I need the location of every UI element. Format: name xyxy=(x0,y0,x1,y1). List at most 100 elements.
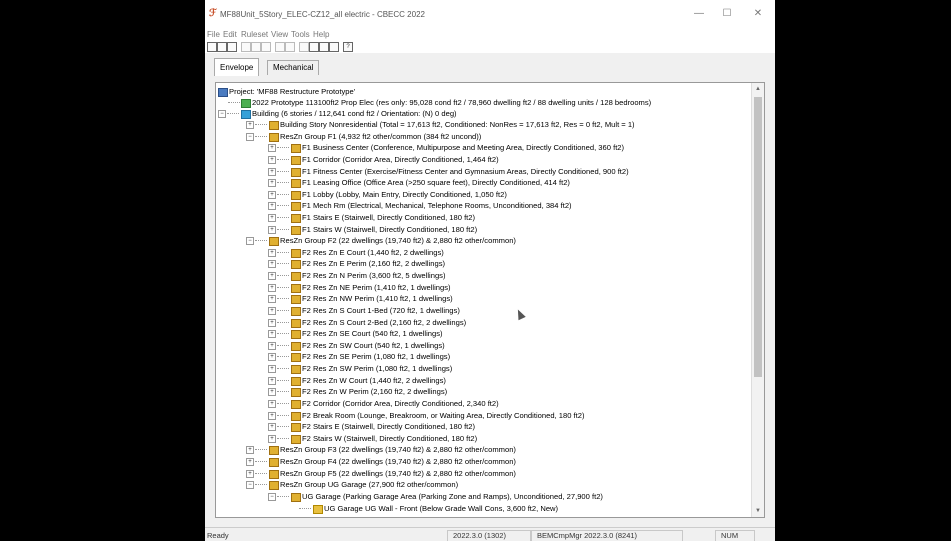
tree-row-label: F2 Res Zn NW Perim (1,410 ft2, 1 dwellin… xyxy=(302,294,453,304)
tree-connector xyxy=(277,391,289,393)
maximize-button[interactable]: ☐ xyxy=(715,6,739,22)
report-icon[interactable] xyxy=(319,42,329,52)
zone-icon xyxy=(291,225,301,235)
zone-icon xyxy=(269,121,279,130)
tree-connector xyxy=(228,102,240,103)
expand-toggle[interactable]: + xyxy=(268,190,276,199)
save-icon[interactable] xyxy=(227,42,237,52)
zone-icon xyxy=(291,399,301,409)
tree-row-label: F2 Stairs E (Stairwell, Directly Conditi… xyxy=(302,422,476,432)
tree-row-label: F1 Stairs W (Stairwell, Directly Conditi… xyxy=(302,224,478,234)
tree-connector xyxy=(255,240,267,242)
scroll-down-arrow-icon[interactable]: ▼ xyxy=(754,507,762,515)
menu-edit[interactable]: Edit xyxy=(223,29,237,41)
expand-toggle[interactable]: + xyxy=(268,167,276,176)
tree-row-label: ResZn Group UG Garage (27,900 ft2 other/… xyxy=(280,480,459,490)
expand-toggle[interactable]: + xyxy=(268,260,276,269)
menu-tools[interactable]: Tools xyxy=(291,29,310,41)
expand-toggle[interactable]: + xyxy=(268,295,276,304)
expand-toggle[interactable]: + xyxy=(268,353,276,362)
expand-toggle[interactable]: + xyxy=(246,121,254,129)
expand-toggle[interactable]: + xyxy=(268,399,276,408)
expand-toggle[interactable]: + xyxy=(246,458,254,466)
tree-connector xyxy=(277,368,289,369)
collapse-toggle[interactable]: − xyxy=(246,481,254,490)
tree-connector xyxy=(255,449,267,451)
expand-toggle[interactable]: + xyxy=(268,376,276,385)
vertical-scrollbar[interactable]: ▲ ▼ xyxy=(751,83,764,517)
tree-connector xyxy=(277,251,289,253)
expand-toggle[interactable]: + xyxy=(246,469,254,478)
zone-icon xyxy=(269,237,279,247)
menu-ruleset[interactable]: Ruleset xyxy=(241,29,268,41)
expand-toggle[interactable]: + xyxy=(268,144,276,153)
expand-toggle[interactable]: + xyxy=(268,155,276,164)
expand-toggle[interactable]: + xyxy=(268,388,276,397)
expand-toggle[interactable]: + xyxy=(268,341,276,350)
expand-toggle[interactable]: + xyxy=(268,411,276,420)
expand-toggle[interactable]: + xyxy=(268,214,276,222)
building-icon xyxy=(241,110,251,119)
collapse-toggle[interactable]: − xyxy=(246,237,254,246)
toolbar: ? xyxy=(205,41,775,53)
expand-toggle[interactable]: + xyxy=(268,434,276,443)
expand-toggle[interactable]: + xyxy=(268,283,276,292)
expand-toggle[interactable]: + xyxy=(268,318,276,327)
building-tree[interactable]: Project: 'MF88 Restructure Prototype' 20… xyxy=(215,82,765,518)
help-icon[interactable]: ? xyxy=(343,42,353,52)
status-ready: Ready xyxy=(207,531,229,540)
collapse-toggle[interactable]: − xyxy=(218,110,226,118)
tree-connector xyxy=(255,124,267,125)
scroll-up-arrow-icon[interactable]: ▲ xyxy=(754,85,762,93)
expand-toggle[interactable]: + xyxy=(268,365,276,373)
copy-icon[interactable] xyxy=(251,42,261,52)
collapse-toggle[interactable]: − xyxy=(268,492,276,501)
undo-icon[interactable] xyxy=(275,42,285,52)
tree-connector xyxy=(277,182,289,184)
expand-toggle[interactable]: + xyxy=(268,179,276,188)
zone-icon xyxy=(291,179,301,189)
zone-icon xyxy=(291,306,301,316)
minimize-button[interactable]: — xyxy=(687,6,711,22)
project-icon xyxy=(218,88,228,97)
expand-toggle[interactable]: + xyxy=(268,272,276,281)
building-label: Building (6 stories / 112,641 cond ft2 /… xyxy=(252,109,457,118)
expand-toggle[interactable]: + xyxy=(268,330,276,339)
tree-connector xyxy=(277,402,289,404)
expand-toggle[interactable]: + xyxy=(246,446,254,455)
analysis-icon[interactable] xyxy=(299,42,309,52)
tab-envelope[interactable]: Envelope xyxy=(214,58,260,76)
tab-mechanical[interactable]: Mechanical xyxy=(267,60,320,75)
paste-icon[interactable] xyxy=(261,42,271,52)
expand-toggle[interactable]: + xyxy=(268,306,276,315)
expand-toggle[interactable]: + xyxy=(268,202,276,211)
close-button[interactable]: ✕ xyxy=(746,6,770,22)
zone-icon xyxy=(291,248,301,258)
tree-row-label: F2 Res Zn S Court 1-Bed (720 ft2, 1 dwel… xyxy=(302,305,460,315)
cut-icon[interactable] xyxy=(241,42,251,52)
menu-file[interactable]: File xyxy=(207,29,220,41)
expand-toggle[interactable]: + xyxy=(268,423,276,432)
export-icon[interactable] xyxy=(329,42,339,52)
zone-icon xyxy=(269,458,279,467)
tree-connector xyxy=(277,333,289,335)
status-bemcmp: BEMCmpMgr 2022.3.0 (8241) xyxy=(537,531,638,540)
expand-toggle[interactable]: + xyxy=(268,248,276,257)
menu-help[interactable]: Help xyxy=(313,29,329,41)
zone-icon xyxy=(291,260,301,270)
tree-row-label: UG Garage UG Wall - Front (Below Grade W… xyxy=(324,503,559,513)
tree-connector xyxy=(227,113,239,114)
run-icon[interactable] xyxy=(309,42,319,52)
zone-icon xyxy=(291,411,301,421)
collapse-toggle[interactable]: − xyxy=(246,132,254,141)
tree-row-label: F1 Leasing Office (Office Area (>250 squ… xyxy=(302,178,570,188)
zone-icon xyxy=(291,283,301,293)
tree-connector xyxy=(255,472,267,474)
new-file-icon[interactable] xyxy=(207,42,217,52)
scroll-thumb[interactable] xyxy=(754,97,762,377)
menu-view[interactable]: View xyxy=(271,29,288,41)
app-logo-icon: ℱ xyxy=(209,8,217,19)
open-file-icon[interactable] xyxy=(217,42,227,52)
expand-toggle[interactable]: + xyxy=(268,225,276,234)
print-icon[interactable] xyxy=(285,42,295,52)
